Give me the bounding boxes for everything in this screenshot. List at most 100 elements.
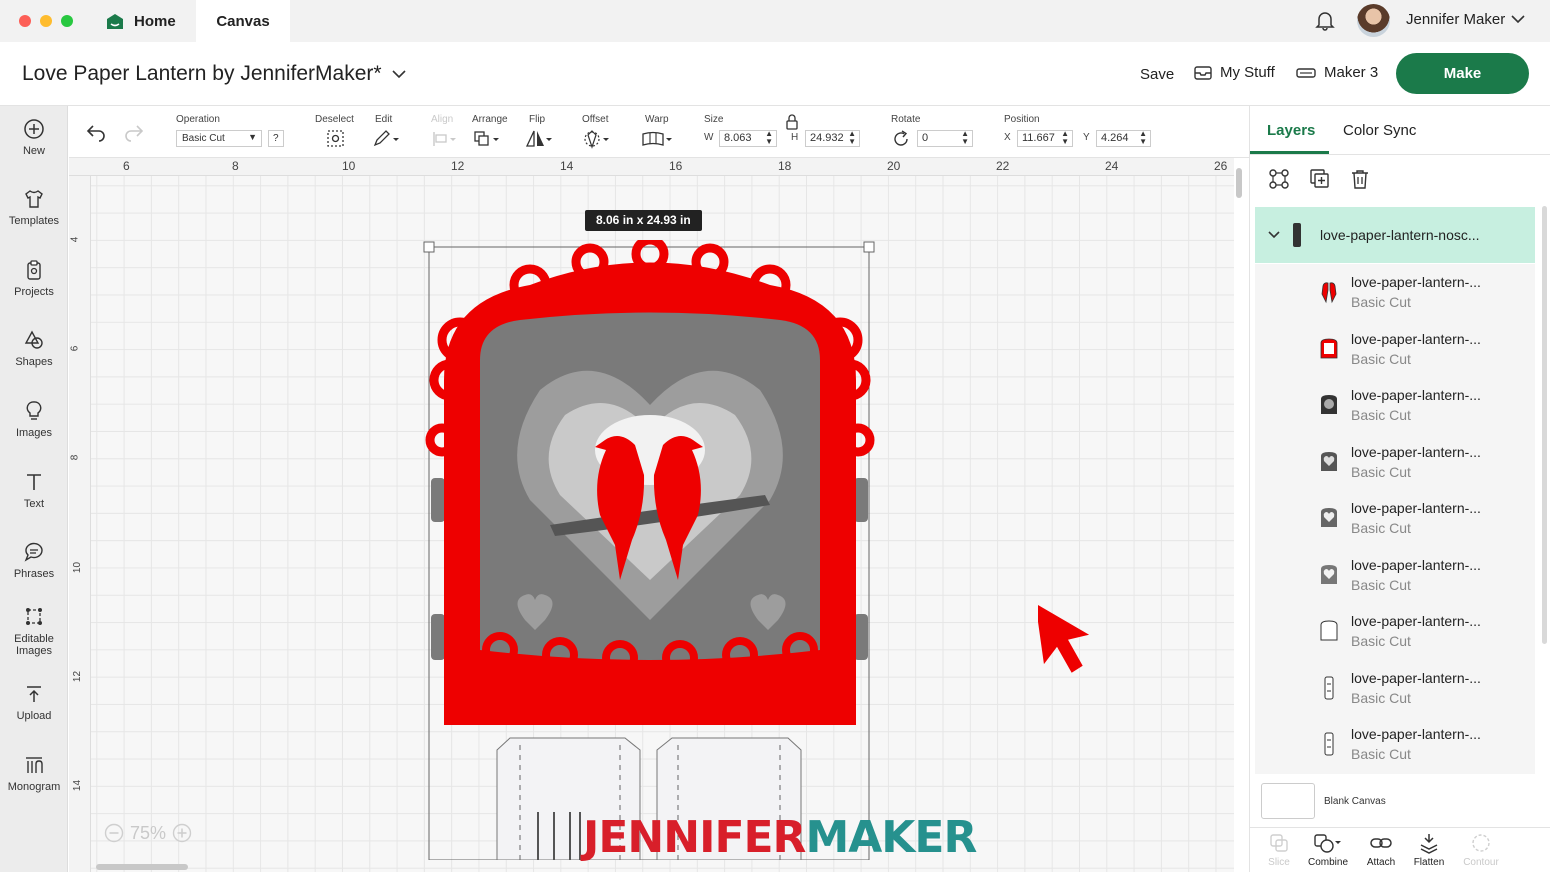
watermark-part-1: JENNIFER xyxy=(583,812,806,863)
rotate-input[interactable]: 0 ▲ ▼ xyxy=(917,130,973,147)
ruler-tick-label: 12 xyxy=(72,670,84,683)
minimize-window-button[interactable] xyxy=(40,15,52,27)
canvas-horizontal-scrollbar[interactable] xyxy=(96,864,188,870)
project-title[interactable]: Love Paper Lantern by JenniferMaker* xyxy=(22,62,382,86)
layer-name: love-paper-lantern-... xyxy=(1351,444,1481,460)
user-name[interactable]: Jennifer Maker xyxy=(1406,11,1505,28)
x-value: 11.667 xyxy=(1022,132,1055,144)
stepper-icon[interactable]: ▲ ▼ xyxy=(1139,130,1147,146)
save-button[interactable]: Save xyxy=(1140,66,1174,83)
layer-row[interactable]: love-paper-lantern-... Basic Cut xyxy=(1255,603,1535,659)
offset-icon[interactable] xyxy=(582,129,612,149)
flatten-button[interactable]: Flatten xyxy=(1402,832,1456,868)
rail-item-editable-images[interactable]: Editable Images xyxy=(0,606,68,657)
align-icon[interactable] xyxy=(431,129,459,149)
width-input[interactable]: 8.063 ▲ ▼ xyxy=(719,130,777,147)
layer-row[interactable]: love-paper-lantern-... Basic Cut xyxy=(1255,490,1535,546)
attach-button[interactable]: Attach xyxy=(1354,832,1408,868)
undo-icon[interactable] xyxy=(85,122,107,142)
rail-label: Images xyxy=(15,427,53,439)
slice-button[interactable]: Slice xyxy=(1252,832,1306,868)
rail-item-phrases[interactable]: Phrases xyxy=(0,541,68,580)
tab-home[interactable]: Home xyxy=(96,0,194,42)
bell-icon[interactable] xyxy=(1314,9,1336,31)
rail-label: Monogram xyxy=(7,781,61,793)
upload-icon xyxy=(27,686,41,702)
side-tab xyxy=(431,614,445,660)
make-button[interactable]: Make xyxy=(1396,53,1529,94)
lock-icon[interactable] xyxy=(785,114,799,130)
zoom-in-icon[interactable] xyxy=(172,823,192,843)
editable-images-icon xyxy=(26,608,42,625)
canvas-vertical-scrollbar[interactable] xyxy=(1236,168,1242,198)
layers-panel: Layers Color Sync love-paper-lantern-nos… xyxy=(1249,106,1550,872)
redo-icon[interactable] xyxy=(123,122,145,142)
tab-layers[interactable]: Layers xyxy=(1267,122,1315,139)
stepper-icon[interactable]: ▲ ▼ xyxy=(765,130,773,146)
layer-name: love-paper-lantern-... xyxy=(1351,613,1481,629)
close-window-button[interactable] xyxy=(19,15,31,27)
maximize-window-button[interactable] xyxy=(61,15,73,27)
layer-row[interactable]: love-paper-lantern-... Basic Cut xyxy=(1255,716,1535,772)
rail-item-monogram[interactable]: Monogram xyxy=(0,754,68,793)
y-input[interactable]: 4.264 ▲ ▼ xyxy=(1096,130,1151,147)
ruler-tick-label: 22 xyxy=(996,159,1010,173)
chevron-down-icon[interactable] xyxy=(391,68,407,80)
my-stuff-button[interactable]: My Stuff xyxy=(1194,64,1275,81)
zoom-out-icon[interactable] xyxy=(104,823,124,843)
rail-item-text[interactable]: Text xyxy=(0,471,68,510)
selection-handle[interactable] xyxy=(863,241,875,253)
operation-select[interactable]: Basic Cut ▼ xyxy=(176,130,262,147)
duplicate-icon[interactable] xyxy=(1309,168,1331,190)
rail-item-images[interactable]: Images xyxy=(0,400,68,439)
divider xyxy=(1250,827,1550,828)
shirt-icon xyxy=(25,190,43,208)
contour-button[interactable]: Contour xyxy=(1454,832,1508,868)
rotate-icon[interactable] xyxy=(891,129,911,149)
zoom-level: 75% xyxy=(130,822,167,843)
stepper-icon[interactable]: ▲ ▼ xyxy=(961,130,969,146)
layer-row[interactable]: love-paper-lantern-... Basic Cut xyxy=(1255,377,1535,433)
machine-selector[interactable]: Maker 3 xyxy=(1296,64,1378,81)
rail-item-projects[interactable]: Projects xyxy=(0,259,68,298)
tab-color-sync[interactable]: Color Sync xyxy=(1343,122,1416,139)
combine-button[interactable]: Combine xyxy=(1301,832,1355,868)
pen-edit-icon[interactable] xyxy=(371,129,401,149)
stepper-icon[interactable]: ▲ ▼ xyxy=(1061,130,1069,146)
group-icon[interactable] xyxy=(1268,168,1290,190)
rail-item-upload[interactable]: Upload xyxy=(0,683,68,722)
arrange-icon[interactable] xyxy=(473,129,503,149)
deselect-icon[interactable] xyxy=(325,129,347,149)
size-label: Size xyxy=(704,114,724,125)
layer-row[interactable]: love-paper-lantern-... Basic Cut xyxy=(1255,434,1535,490)
rail-label: Text xyxy=(23,498,45,510)
layer-group-row[interactable]: love-paper-lantern-nosc... xyxy=(1255,207,1535,263)
selection-handle[interactable] xyxy=(423,241,435,253)
trash-icon[interactable] xyxy=(1349,168,1371,190)
ruler-tick-label: 24 xyxy=(1105,159,1119,173)
layer-row[interactable]: love-paper-lantern-... Basic Cut xyxy=(1255,264,1535,320)
warp-icon[interactable] xyxy=(641,129,675,149)
layer-row[interactable]: love-paper-lantern-... Basic Cut xyxy=(1255,660,1535,716)
operation-help-button[interactable]: ? xyxy=(268,130,284,147)
flip-icon[interactable] xyxy=(525,129,555,149)
blank-canvas-label: Blank Canvas xyxy=(1324,796,1386,807)
rail-item-shapes[interactable]: Shapes xyxy=(0,329,68,368)
shapes-icon xyxy=(24,330,43,349)
x-input[interactable]: 11.667 ▲ ▼ xyxy=(1017,130,1073,147)
avatar[interactable] xyxy=(1357,4,1390,37)
layers-scrollbar[interactable] xyxy=(1542,206,1547,644)
lantern-design[interactable] xyxy=(420,240,880,860)
layer-row[interactable]: love-paper-lantern-... Basic Cut xyxy=(1255,321,1535,377)
blank-canvas-swatch[interactable] xyxy=(1261,783,1315,819)
tab-canvas[interactable]: Canvas xyxy=(196,0,290,42)
rail-item-templates[interactable]: Templates xyxy=(0,188,68,227)
chevron-down-icon[interactable] xyxy=(1267,229,1281,241)
stepper-icon[interactable]: ▲ ▼ xyxy=(848,130,856,146)
rail-item-new[interactable]: New xyxy=(0,118,68,157)
layer-name: love-paper-lantern-... xyxy=(1351,331,1481,347)
layer-row[interactable]: love-paper-lantern-... Basic Cut xyxy=(1255,547,1535,603)
tab-canvas-label: Canvas xyxy=(216,12,270,30)
chevron-down-icon[interactable] xyxy=(1510,13,1526,25)
height-input[interactable]: 24.932 ▲ ▼ xyxy=(805,130,860,147)
